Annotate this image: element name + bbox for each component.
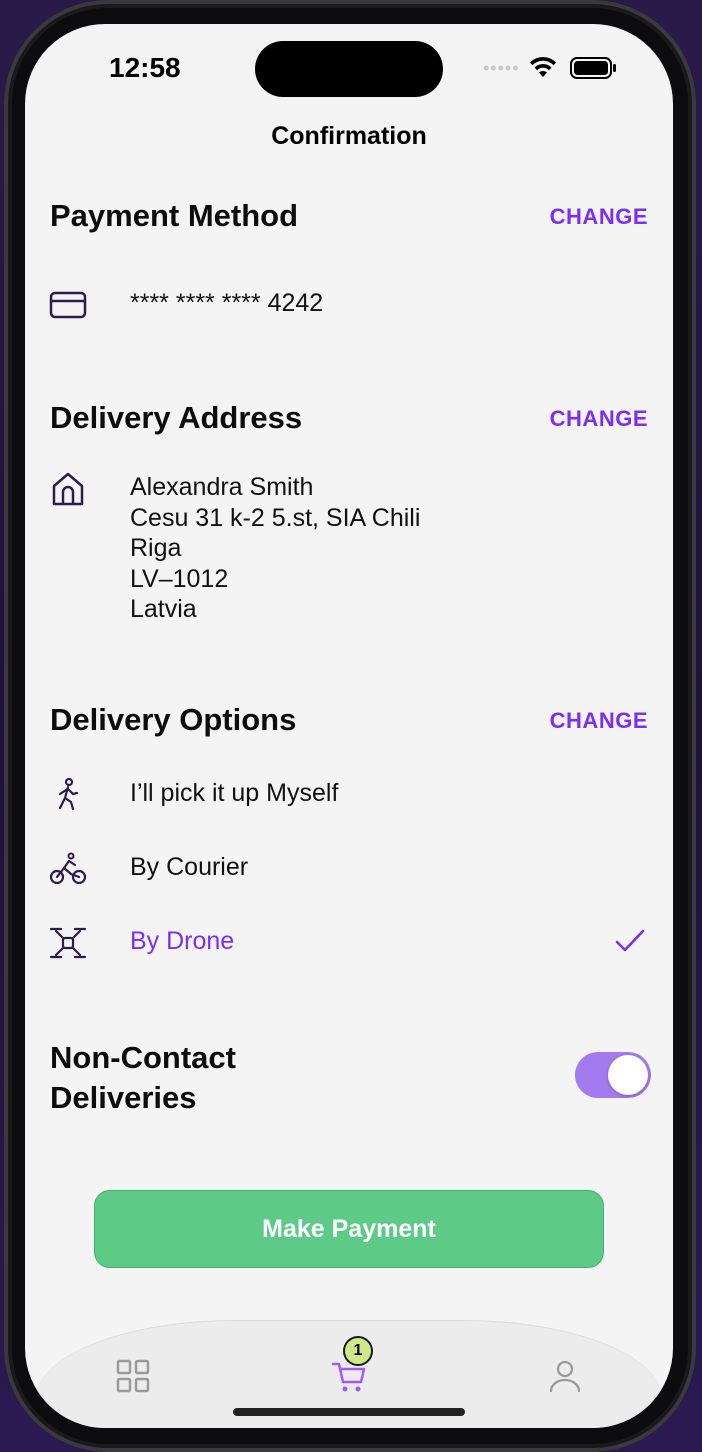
delivery-option-label: By Courier [130, 853, 249, 881]
cellular-signal-icon: ••••• [483, 58, 520, 78]
status-time: 12:58 [109, 52, 181, 83]
home-icon [52, 472, 84, 506]
app-screen: 12:58 ••••• Confirmation Payment Method … [25, 24, 673, 1428]
change-address-button[interactable]: CHANGE [550, 406, 648, 432]
address-line: Latvia [130, 595, 197, 623]
delivery-option-label: By Drone [130, 927, 235, 955]
change-delivery-button[interactable]: CHANGE [550, 708, 648, 734]
walking-person-icon [58, 777, 79, 811]
grid-icon[interactable] [115, 1358, 151, 1394]
dynamic-island [255, 41, 443, 97]
address-line: Cesu 31 k-2 5.st, SIA Chili [130, 504, 421, 532]
checkmark-icon [615, 929, 645, 952]
non-contact-title-line: Deliveries [50, 1080, 197, 1115]
delivery-option-label: I’ll pick it up Myself [130, 779, 339, 807]
make-payment-button[interactable]: Make Payment [94, 1190, 604, 1268]
toggle-knob [608, 1055, 648, 1095]
delivery-options-heading: Delivery Options [50, 702, 297, 737]
address-line: LV–1012 [130, 565, 229, 593]
card-number: **** **** **** 4242 [130, 289, 324, 317]
change-payment-button[interactable]: CHANGE [550, 204, 648, 230]
delivery-address-heading: Delivery Address [50, 400, 303, 435]
home-indicator [233, 1408, 465, 1416]
drone-icon [49, 927, 87, 959]
user-icon[interactable] [547, 1358, 583, 1394]
bicycle-icon [49, 852, 87, 885]
non-contact-toggle[interactable] [575, 1052, 651, 1098]
page-title: Confirmation [271, 122, 427, 150]
credit-card-icon [49, 291, 87, 319]
non-contact-heading: Non-Contact Deliveries [50, 1038, 236, 1118]
non-contact-title-line: Non-Contact [50, 1040, 236, 1075]
address-line: Alexandra Smith [130, 473, 314, 501]
battery-icon [570, 57, 616, 79]
payment-method-heading: Payment Method [50, 198, 299, 233]
address-line: Riga [130, 534, 182, 562]
wifi-icon [530, 56, 556, 77]
cart-badge: 1 [343, 1336, 373, 1366]
